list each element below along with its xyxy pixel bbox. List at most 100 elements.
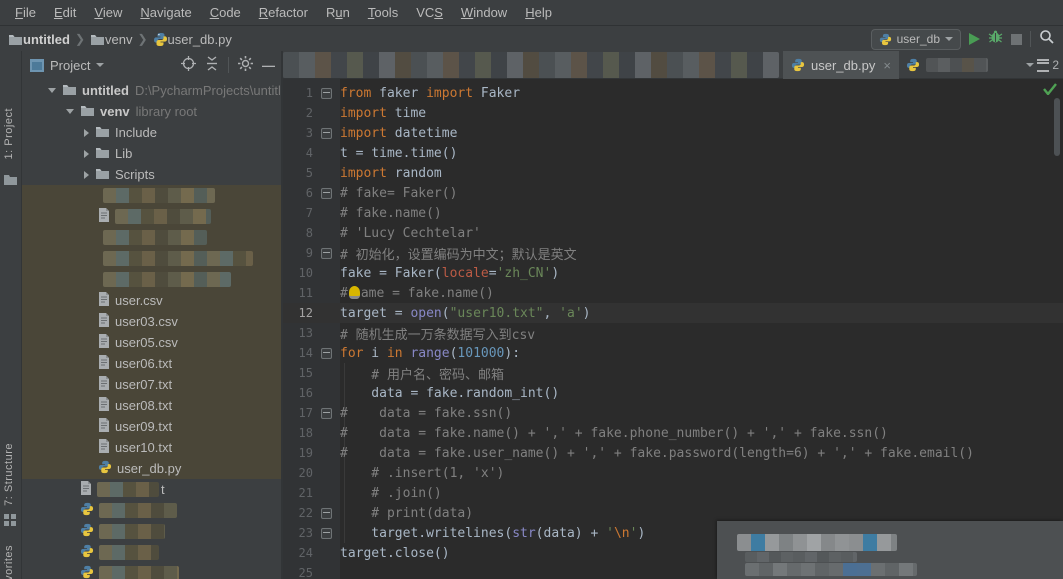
tree-item-untitled[interactable]: untitled D:\PycharmProjects\untitled — [22, 80, 281, 101]
menu-run[interactable]: Run — [317, 0, 359, 25]
code-line-3[interactable]: 3 import datetime — [283, 123, 1063, 143]
code-line-8[interactable]: 8 # 'Lucy Cechtelar' — [283, 223, 1063, 243]
tree-item-user08-txt[interactable]: user08.txt — [22, 395, 281, 416]
code-line-11[interactable]: 11 # ame = fake.name() — [283, 283, 1063, 303]
collapse-arrow-icon[interactable] — [66, 109, 74, 114]
fold-icon[interactable] — [321, 527, 332, 539]
breadcrumb-item[interactable]: venv — [105, 32, 132, 47]
menu-view[interactable]: View — [85, 0, 131, 25]
menu-edit[interactable]: Edit — [45, 0, 85, 25]
code-line-22[interactable]: 22 # print(data) — [283, 503, 1063, 523]
intention-bulb-icon[interactable] — [348, 285, 360, 299]
tree-item-user03-csv[interactable]: user03.csv — [22, 311, 281, 332]
code-line-13[interactable]: 13 # 随机生成一万条数据写入到csv — [283, 323, 1063, 343]
expand-arrow-icon[interactable] — [84, 170, 89, 179]
code-line-16[interactable]: 16 data = fake.random_int() — [283, 383, 1063, 403]
tree-item-user07-txt[interactable]: user07.txt — [22, 374, 281, 395]
structure-tool-icon[interactable] — [4, 513, 16, 531]
tree-item-include[interactable]: Include — [22, 122, 281, 143]
tree-item-redacted[interactable] — [22, 248, 281, 269]
code-line-19[interactable]: 19 # data = fake.user_name() + ',' + fake… — [283, 443, 1063, 463]
tree-item-redacted[interactable] — [22, 227, 281, 248]
menu-window[interactable]: Window — [452, 0, 516, 25]
code-line-12[interactable]: 12 target = open("user10.txt", 'a') — [283, 303, 1063, 323]
tree-item-redacted[interactable] — [22, 206, 281, 227]
tree-item-redacted[interactable] — [22, 563, 281, 579]
redacted-tab[interactable] — [898, 51, 996, 79]
fold-icon[interactable] — [321, 407, 332, 419]
code-line-21[interactable]: 21 # .join() — [283, 483, 1063, 503]
tree-item-redacted[interactable] — [22, 542, 281, 563]
tree-item-redacted[interactable] — [22, 185, 281, 206]
settings-gear-icon[interactable] — [238, 56, 253, 74]
tree-item-redacted[interactable] — [22, 269, 281, 290]
project-tool-icon[interactable] — [4, 173, 17, 191]
tree-item-user06-txt[interactable]: user06.txt — [22, 353, 281, 374]
code-line-7[interactable]: 7 # fake.name() — [283, 203, 1063, 223]
tree-item-lib[interactable]: Lib — [22, 143, 281, 164]
code-line-20[interactable]: 20 # .insert(1, 'x') — [283, 463, 1063, 483]
code-area[interactable]: 1 from faker import Faker 2 import time 3 imp… — [283, 80, 1063, 579]
code-line-1[interactable]: 1 from faker import Faker — [283, 83, 1063, 103]
fold-icon[interactable] — [321, 87, 332, 99]
menu-tools[interactable]: Tools — [359, 0, 407, 25]
panel-title[interactable]: Project — [50, 58, 90, 73]
code-line-5[interactable]: 5 import random — [283, 163, 1063, 183]
menu-refactor[interactable]: Refactor — [250, 0, 317, 25]
code-line-14[interactable]: 14 for i in range(101000): — [283, 343, 1063, 363]
tool-button-favorites[interactable]: 2: Favorites — [3, 545, 15, 579]
tool-window-stripe: 1: Project 7: Structure 2: Favorites ★ — [0, 51, 22, 579]
code-line-4[interactable]: 4t = time.time() — [283, 143, 1063, 163]
code-line-2[interactable]: 2 import time — [283, 103, 1063, 123]
menu-help[interactable]: Help — [516, 0, 561, 25]
fold-icon[interactable] — [321, 347, 332, 359]
expand-arrow-icon[interactable] — [84, 128, 89, 137]
locate-file-icon[interactable] — [181, 56, 196, 74]
tree-item-user-db-py[interactable]: user_db.py — [22, 458, 281, 479]
fold-icon[interactable] — [321, 507, 332, 519]
editor-scrollbar[interactable] — [1054, 98, 1060, 156]
stop-button[interactable] — [1011, 33, 1022, 45]
collapse-all-icon[interactable] — [205, 56, 219, 74]
tool-button-structure[interactable]: 7: Structure — [3, 443, 15, 506]
redacted-tabs[interactable] — [283, 52, 779, 78]
project-panel: Project — untitled D:\PycharmProjects\unt… — [22, 51, 281, 579]
tree-item-redacted[interactable] — [22, 500, 281, 521]
code-line-10[interactable]: 10 fake = Faker(locale='zh_CN') — [283, 263, 1063, 283]
breadcrumb-item[interactable]: user_db.py — [168, 32, 232, 47]
tree-item-user-csv[interactable]: user.csv — [22, 290, 281, 311]
tree-item-redacted[interactable] — [22, 521, 281, 542]
chevron-down-icon[interactable] — [96, 63, 105, 67]
fold-icon[interactable] — [321, 127, 332, 139]
tree-item-scripts[interactable]: Scripts — [22, 164, 281, 185]
fold-icon[interactable] — [321, 247, 332, 259]
code-line-18[interactable]: 18 # data = fake.name() + ',' + fake.phon… — [283, 423, 1063, 443]
hidden-tabs-control[interactable]: 2 — [1026, 51, 1059, 79]
tool-button-project[interactable]: 1: Project — [3, 108, 15, 159]
breadcrumb-item[interactable]: untitled — [23, 32, 70, 47]
run-button[interactable] — [969, 33, 980, 45]
code-line-15[interactable]: 15 # 用户名、密码、邮箱 — [283, 363, 1063, 383]
expand-arrow-icon[interactable] — [84, 149, 89, 158]
hide-panel-icon[interactable]: — — [262, 58, 275, 73]
tree-item-user05-csv[interactable]: user05.csv — [22, 332, 281, 353]
editor-area[interactable]: user_db.py × 2 1 from faker import Faker 2… — [283, 51, 1063, 579]
fold-icon[interactable] — [321, 187, 332, 199]
tab-close-icon[interactable]: × — [883, 58, 891, 73]
code-line-17[interactable]: 17 # data = fake.ssn() — [283, 403, 1063, 423]
run-configuration-select[interactable]: user_db — [870, 28, 961, 50]
tree-item-user09-txt[interactable]: user09.txt — [22, 416, 281, 437]
code-line-6[interactable]: 6 # fake= Faker() — [283, 183, 1063, 203]
menu-file[interactable]: File — [6, 0, 45, 25]
code-line-9[interactable]: 9 # 初始化，设置编码为中文；默认是英文 — [283, 243, 1063, 263]
collapse-arrow-icon[interactable] — [48, 88, 56, 93]
menu-navigate[interactable]: Navigate — [131, 0, 200, 25]
tree-item-redacted[interactable]: t — [22, 479, 281, 500]
search-everywhere-icon[interactable] — [1039, 29, 1055, 50]
menu-vcs[interactable]: VCS — [407, 0, 452, 25]
tree-item-user10-txt[interactable]: user10.txt — [22, 437, 281, 458]
menu-code[interactable]: Code — [201, 0, 250, 25]
tree-item-venv[interactable]: venv library root — [22, 101, 281, 122]
tab-user-db[interactable]: user_db.py × — [783, 51, 899, 79]
debug-button[interactable] — [988, 29, 1003, 49]
